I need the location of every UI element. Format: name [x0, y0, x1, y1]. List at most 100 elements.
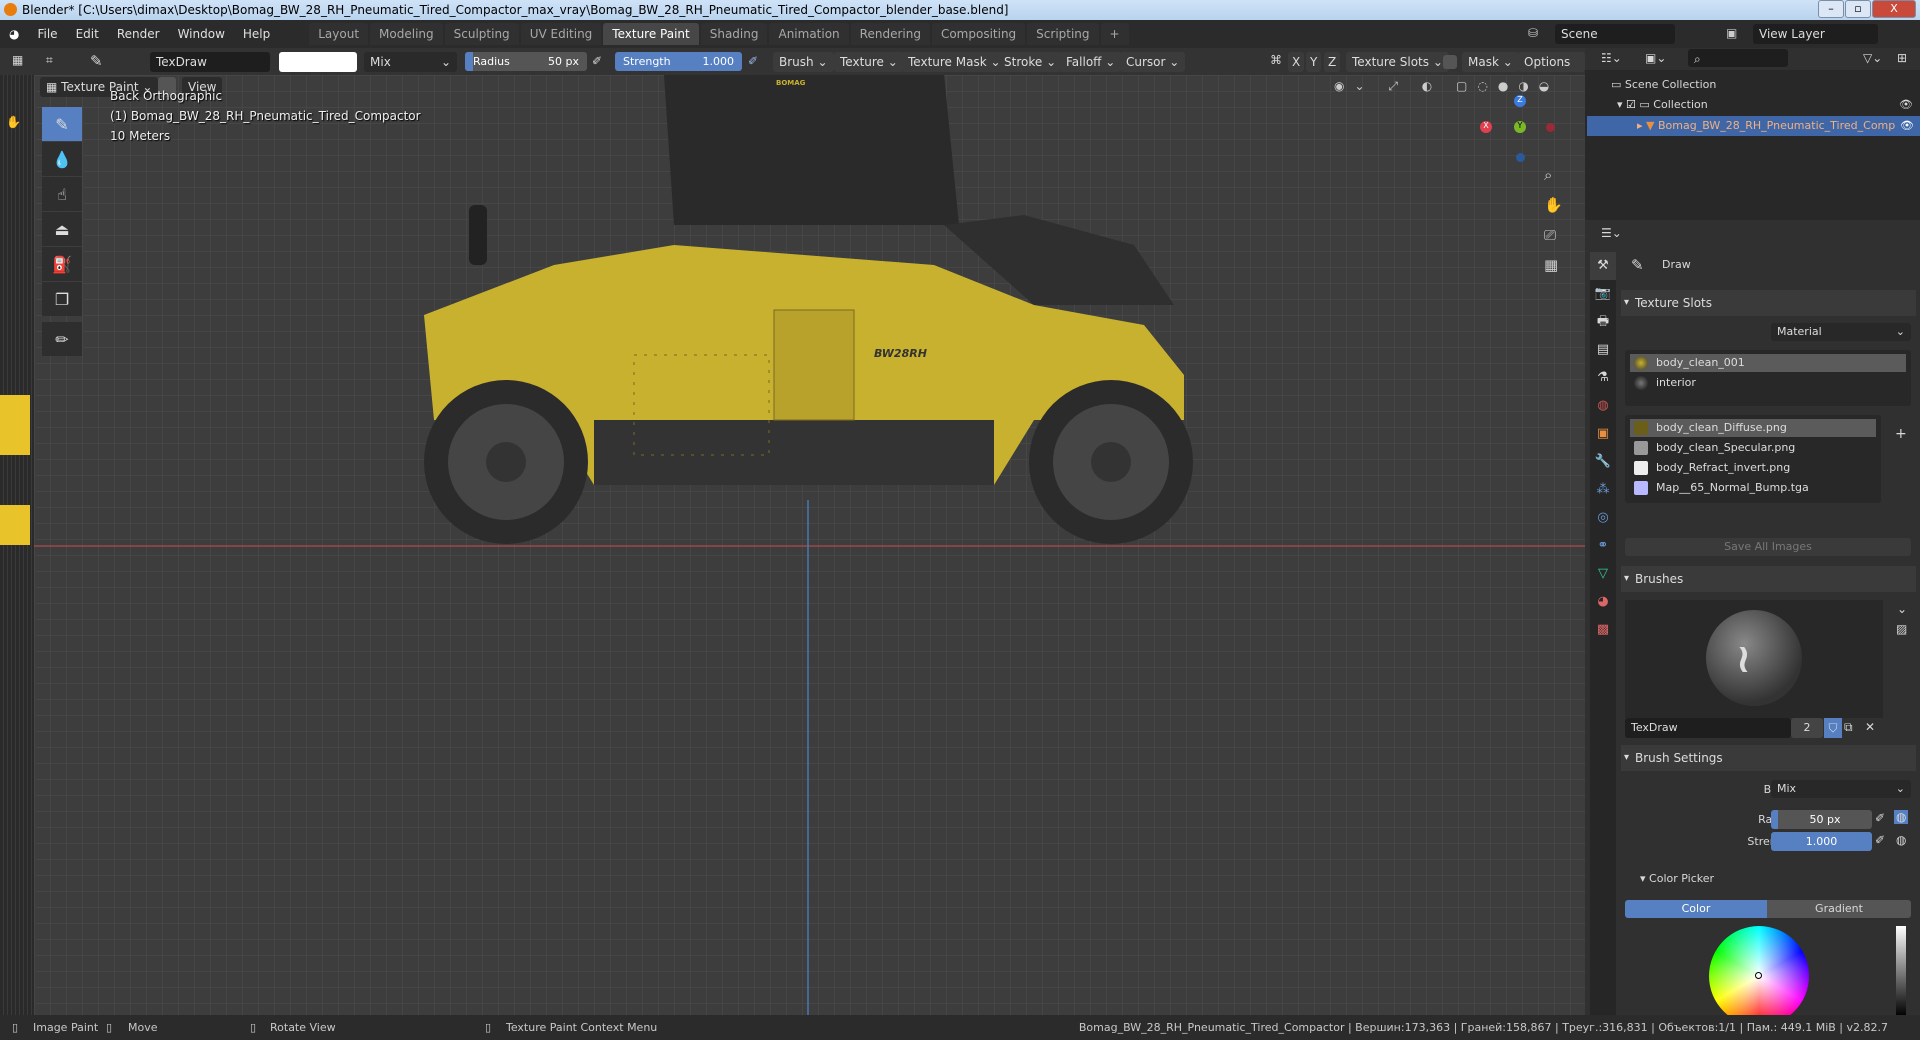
- menu-window[interactable]: Window: [169, 27, 234, 41]
- navigation-gizmo[interactable]: Z X Y: [1474, 95, 1564, 165]
- image-item[interactable]: body_Refract_invert.png: [1630, 459, 1790, 477]
- color-swatch[interactable]: [279, 52, 357, 72]
- options-menu[interactable]: Options ⌄: [1518, 52, 1585, 89]
- menu-file[interactable]: File: [28, 27, 66, 41]
- tab-constraints-icon[interactable]: ⚭: [1590, 532, 1616, 560]
- material-item[interactable]: interior: [1630, 374, 1696, 392]
- tab-scripting[interactable]: Scripting: [1027, 23, 1099, 45]
- mirror-z-toggle[interactable]: Z: [1324, 52, 1341, 72]
- mask-menu[interactable]: Mask ⌄: [1462, 52, 1519, 72]
- view-layer-selector[interactable]: View Layer: [1753, 24, 1878, 44]
- hand-icon[interactable]: ✋: [6, 115, 21, 129]
- color-tab[interactable]: Color: [1625, 900, 1767, 918]
- tab-object-icon[interactable]: ▣: [1590, 420, 1616, 448]
- falloff-menu[interactable]: Falloff ⌄: [1060, 52, 1122, 72]
- gradient-tab[interactable]: Gradient: [1767, 900, 1911, 918]
- strength-pressure-icon[interactable]: ✐: [748, 54, 758, 68]
- add-workspace-button[interactable]: +: [1100, 23, 1129, 45]
- 3d-viewport[interactable]: ▦ Texture Paint ⌄ View ◉⌄ ⤢ ◐ ▢◌●◑◒ Back…: [34, 75, 1585, 1015]
- texture-menu[interactable]: Texture ⌄: [834, 52, 904, 72]
- outliner-object[interactable]: ▸ ▼ Bomag_BW_28_RH_Pneumatic_Tired_Comp 👁: [1587, 116, 1920, 136]
- strength-unified-icon[interactable]: ◍: [1896, 833, 1906, 847]
- blend-dropdown[interactable]: Mix ⌄: [364, 52, 457, 72]
- tab-compositing[interactable]: Compositing: [931, 23, 1026, 45]
- tab-modifiers-icon[interactable]: 🔧: [1590, 448, 1616, 476]
- duplicate-brush-icon[interactable]: ⧉: [1844, 720, 1853, 735]
- add-image-button[interactable]: +: [1895, 426, 1907, 442]
- radius-unified-icon[interactable]: ◍: [1894, 810, 1909, 824]
- tab-texture-paint[interactable]: Texture Paint: [603, 23, 699, 45]
- texture-mask-menu[interactable]: Texture Mask ⌄: [902, 52, 1007, 72]
- outliner-scene-collection[interactable]: ▭ Scene Collection: [1611, 78, 1716, 91]
- tab-layout[interactable]: Layout: [309, 23, 369, 45]
- scene-selector[interactable]: Scene: [1555, 24, 1675, 44]
- unlink-brush-icon[interactable]: ✕: [1865, 720, 1875, 734]
- minimize-button[interactable]: –: [1818, 0, 1844, 18]
- ortho-grid-icon[interactable]: ▦: [1544, 250, 1564, 280]
- tab-material-icon[interactable]: ◕: [1590, 588, 1616, 616]
- image-item[interactable]: body_clean_Specular.png: [1630, 439, 1795, 457]
- cursor-menu[interactable]: Cursor ⌄: [1120, 52, 1186, 72]
- display-mode-icon[interactable]: ☷⌄: [1601, 51, 1622, 65]
- brush-dropdown-icon[interactable]: ⌄: [1897, 602, 1907, 616]
- fake-user-shield-icon[interactable]: ⛉: [1824, 718, 1842, 738]
- tab-shading[interactable]: Shading: [700, 23, 768, 45]
- visibility-eye-icon[interactable]: 👁: [1900, 116, 1914, 136]
- tab-particles-icon[interactable]: ⁂: [1590, 476, 1616, 504]
- uv-editor-strip[interactable]: ✋: [0, 75, 34, 1015]
- tab-data-icon[interactable]: ▽: [1590, 560, 1616, 588]
- brush-menu[interactable]: Brush ⌄: [773, 52, 834, 72]
- editor-type-icon[interactable]: ▦: [12, 53, 23, 67]
- outliner-collection[interactable]: ▾ ☑ ▭ Collection 👁: [1617, 98, 1917, 111]
- tab-sculpting[interactable]: Sculpting: [444, 23, 519, 45]
- tab-modeling[interactable]: Modeling: [370, 23, 443, 45]
- maximize-button[interactable]: ▫: [1845, 0, 1871, 18]
- blender-menu-icon[interactable]: ◕: [0, 27, 28, 41]
- new-collection-icon[interactable]: ⊞: [1897, 51, 1907, 65]
- strength-slider[interactable]: 1.000: [1771, 832, 1872, 851]
- tab-rendering[interactable]: Rendering: [850, 23, 930, 45]
- color-wheel[interactable]: [1709, 926, 1809, 1026]
- pan-icon[interactable]: ✋: [1544, 190, 1564, 220]
- filter-icon[interactable]: ▽⌄: [1863, 51, 1882, 65]
- filter-view-icon[interactable]: ▣⌄: [1645, 51, 1666, 65]
- close-button[interactable]: X: [1872, 0, 1916, 18]
- menu-edit[interactable]: Edit: [67, 27, 108, 41]
- zoom-icon[interactable]: ⌕: [1544, 160, 1564, 190]
- menu-help[interactable]: Help: [234, 27, 279, 41]
- outliner-search[interactable]: ⌕: [1688, 49, 1788, 67]
- tab-uv-editing[interactable]: UV Editing: [520, 23, 602, 45]
- menu-render[interactable]: Render: [108, 27, 169, 41]
- texture-slots-menu[interactable]: Texture Slots ⌄: [1346, 52, 1449, 72]
- texture-slots-panel-header[interactable]: Texture Slots: [1621, 290, 1916, 316]
- radius-pressure-icon[interactable]: ✐: [592, 54, 602, 68]
- brush-users-count[interactable]: 2: [1791, 718, 1823, 738]
- tab-scene-icon[interactable]: ⚗: [1590, 364, 1616, 392]
- radius-slider[interactable]: Radius 50 px: [465, 52, 587, 71]
- mask-checkbox[interactable]: [1443, 55, 1457, 69]
- value-slider[interactable]: [1896, 926, 1906, 1016]
- blend-dropdown[interactable]: Mix ⌄: [1771, 780, 1911, 798]
- image-item[interactable]: body_clean_Diffuse.png: [1630, 419, 1876, 437]
- tab-world-icon[interactable]: ◍: [1590, 392, 1616, 420]
- color-picker-subpanel[interactable]: ▾ Color Picker: [1640, 872, 1714, 885]
- visibility-eye-icon[interactable]: 👁: [1899, 98, 1913, 111]
- tab-tool-icon[interactable]: ⚒: [1590, 252, 1616, 280]
- object-mode-icon[interactable]: ⌗: [46, 53, 53, 68]
- brushes-panel-header[interactable]: Brushes: [1621, 566, 1916, 592]
- tab-view-layer-icon[interactable]: ▤: [1590, 336, 1616, 364]
- mode-dropdown[interactable]: Material ⌄: [1771, 323, 1911, 341]
- strength-pressure-icon[interactable]: ✐: [1875, 833, 1885, 847]
- tab-output-icon[interactable]: 🖶: [1590, 308, 1616, 336]
- radius-slider[interactable]: 50 px: [1771, 810, 1872, 829]
- brush-image-icon[interactable]: ▨: [1896, 622, 1907, 636]
- image-item[interactable]: Map__65_Normal_Bump.tga: [1630, 479, 1809, 497]
- properties-editor-type-icon[interactable]: ☰⌄: [1601, 226, 1622, 240]
- brush-name-field[interactable]: TexDraw: [150, 52, 270, 72]
- camera-icon[interactable]: ⎚: [1544, 220, 1564, 250]
- tab-animation[interactable]: Animation: [769, 23, 849, 45]
- tab-render-icon[interactable]: 📷: [1590, 280, 1616, 308]
- brush-settings-panel-header[interactable]: Brush Settings: [1621, 745, 1916, 771]
- stroke-menu[interactable]: Stroke ⌄: [998, 52, 1063, 72]
- brush-preview[interactable]: ≀: [1625, 600, 1883, 718]
